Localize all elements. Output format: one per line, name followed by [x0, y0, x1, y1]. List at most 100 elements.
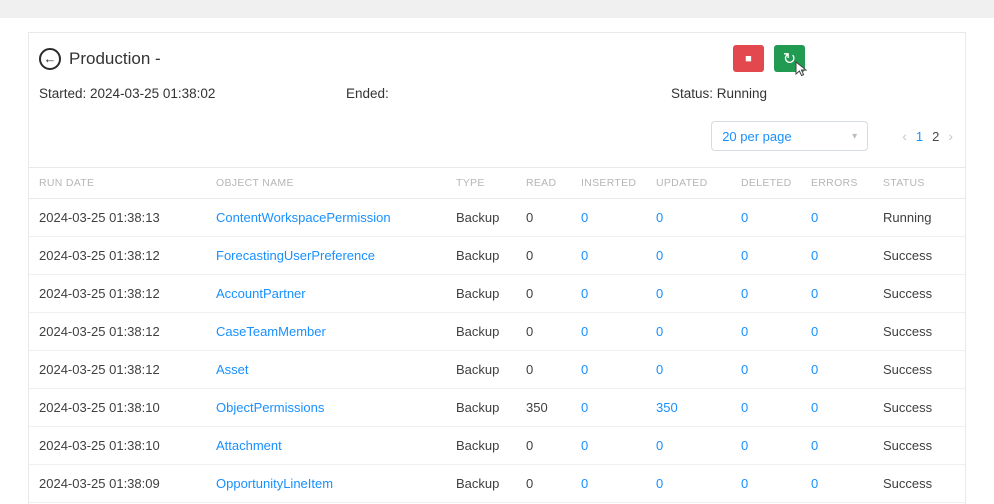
run-date-cell: 2024-03-25 01:38:13: [29, 198, 216, 237]
status-cell: Success: [883, 464, 965, 503]
column-header-inserted: INSERTED: [581, 167, 656, 199]
inserted-link[interactable]: 0: [581, 198, 656, 237]
backup-run-card: ← Production - ■ ↻ Started: 2024-03-25 0…: [28, 32, 966, 504]
inserted-link[interactable]: 0: [581, 236, 656, 275]
page-size-select[interactable]: 20 per page ▾: [711, 121, 869, 151]
read-cell: 0: [526, 236, 581, 275]
run-date-cell: 2024-03-25 01:38:12: [29, 274, 216, 313]
column-header-type: TYPE: [456, 167, 526, 199]
type-cell: Backup: [456, 236, 526, 275]
inserted-link[interactable]: 0: [581, 464, 656, 503]
next-page-button[interactable]: ›: [948, 128, 953, 144]
deleted-link[interactable]: 0: [741, 236, 811, 275]
refresh-button[interactable]: ↻: [774, 45, 808, 77]
object-name-link[interactable]: AccountPartner: [216, 274, 456, 313]
deleted-link[interactable]: 0: [741, 274, 811, 313]
errors-link[interactable]: 0: [811, 198, 883, 237]
table-row: 2024-03-25 01:38:13 ContentWorkspacePermi…: [29, 198, 965, 237]
type-cell: Backup: [456, 350, 526, 389]
table-row: 2024-03-25 01:38:12 Asset Backup 0 0 0 0 0 Succe…: [29, 350, 965, 389]
status-text: Status: Running: [671, 86, 768, 101]
table-header-row: RUN DATE OBJECT NAME TYPE READ INSERTED UPDAT…: [29, 167, 965, 199]
inserted-link[interactable]: 0: [581, 274, 656, 313]
prev-page-button[interactable]: ‹: [902, 128, 907, 144]
type-cell: Backup: [456, 464, 526, 503]
updated-link[interactable]: 350: [656, 388, 741, 427]
column-header-object-name: OBJECT NAME: [216, 167, 456, 199]
errors-link[interactable]: 0: [811, 464, 883, 503]
column-header-run-date: RUN DATE: [29, 167, 216, 199]
read-cell: 0: [526, 312, 581, 351]
status-cell: Success: [883, 426, 965, 465]
errors-link[interactable]: 0: [811, 312, 883, 351]
updated-link[interactable]: 0: [656, 426, 741, 465]
type-cell: Backup: [456, 312, 526, 351]
status-cell: Success: [883, 274, 965, 313]
updated-link[interactable]: 0: [656, 464, 741, 503]
backup-objects-table: RUN DATE OBJECT NAME TYPE READ INSERTED UPDAT…: [29, 167, 965, 503]
stop-button[interactable]: ■: [733, 45, 764, 72]
errors-link[interactable]: 0: [811, 274, 883, 313]
page-title: Production -: [69, 48, 161, 68]
updated-link[interactable]: 0: [656, 274, 741, 313]
deleted-link[interactable]: 0: [741, 350, 811, 389]
card-header: ← Production - ■ ↻: [29, 33, 965, 82]
object-name-link[interactable]: CaseTeamMember: [216, 312, 456, 351]
updated-link[interactable]: 0: [656, 198, 741, 237]
column-header-errors: ERRORS: [811, 167, 883, 199]
page-number-1[interactable]: 1: [916, 129, 923, 144]
inserted-link[interactable]: 0: [581, 388, 656, 427]
back-arrow-icon[interactable]: ←: [39, 47, 61, 70]
deleted-link[interactable]: 0: [741, 312, 811, 351]
updated-link[interactable]: 0: [656, 236, 741, 275]
updated-link[interactable]: 0: [656, 312, 741, 351]
status-cell: Success: [883, 312, 965, 351]
run-date-cell: 2024-03-25 01:38:09: [29, 464, 216, 503]
object-name-link[interactable]: ContentWorkspacePermission: [216, 198, 456, 237]
run-date-cell: 2024-03-25 01:38:10: [29, 426, 216, 465]
inserted-link[interactable]: 0: [581, 312, 656, 351]
table-row: 2024-03-25 01:38:09 OpportunityLineItem Ba…: [29, 464, 965, 503]
deleted-link[interactable]: 0: [741, 388, 811, 427]
table-row: 2024-03-25 01:38:10 Attachment Backup 0 0 0 0 0…: [29, 426, 965, 465]
read-cell: 0: [526, 426, 581, 465]
object-name-link[interactable]: OpportunityLineItem: [216, 464, 456, 503]
action-buttons: ■ ↻: [733, 45, 808, 77]
column-header-deleted: DELETED: [741, 167, 811, 199]
mouse-cursor-icon: [795, 61, 808, 77]
deleted-link[interactable]: 0: [741, 198, 811, 237]
errors-link[interactable]: 0: [811, 426, 883, 465]
chevron-down-icon: ▾: [852, 130, 858, 142]
ended-text: Ended:: [346, 86, 389, 101]
updated-link[interactable]: 0: [656, 350, 741, 389]
deleted-link[interactable]: 0: [741, 426, 811, 465]
object-name-link[interactable]: ForecastingUserPreference: [216, 236, 456, 275]
run-date-cell: 2024-03-25 01:38:12: [29, 350, 216, 389]
errors-link[interactable]: 0: [811, 388, 883, 427]
type-cell: Backup: [456, 388, 526, 427]
read-cell: 0: [526, 464, 581, 503]
errors-link[interactable]: 0: [811, 236, 883, 275]
column-header-status: STATUS: [883, 167, 965, 199]
deleted-link[interactable]: 0: [741, 464, 811, 503]
inserted-link[interactable]: 0: [581, 350, 656, 389]
read-cell: 0: [526, 274, 581, 313]
table-row: 2024-03-25 01:38:12 AccountPartner Backup 0…: [29, 274, 965, 313]
page-size-value: 20 per page: [722, 128, 792, 144]
pagination: ‹ 12 ›: [902, 128, 953, 144]
table-row: 2024-03-25 01:38:12 ForecastingUserPrefer…: [29, 236, 965, 275]
run-date-cell: 2024-03-25 01:38:12: [29, 312, 216, 351]
object-name-link[interactable]: Attachment: [216, 426, 456, 465]
status-cell: Success: [883, 350, 965, 389]
read-cell: 0: [526, 350, 581, 389]
stop-icon: ■: [745, 52, 752, 65]
top-strip: [0, 0, 994, 18]
object-name-link[interactable]: Asset: [216, 350, 456, 389]
errors-link[interactable]: 0: [811, 350, 883, 389]
type-cell: Backup: [456, 426, 526, 465]
page-number-2[interactable]: 2: [932, 129, 939, 144]
inserted-link[interactable]: 0: [581, 426, 656, 465]
run-date-cell: 2024-03-25 01:38:12: [29, 236, 216, 275]
run-date-cell: 2024-03-25 01:38:10: [29, 388, 216, 427]
object-name-link[interactable]: ObjectPermissions: [216, 388, 456, 427]
